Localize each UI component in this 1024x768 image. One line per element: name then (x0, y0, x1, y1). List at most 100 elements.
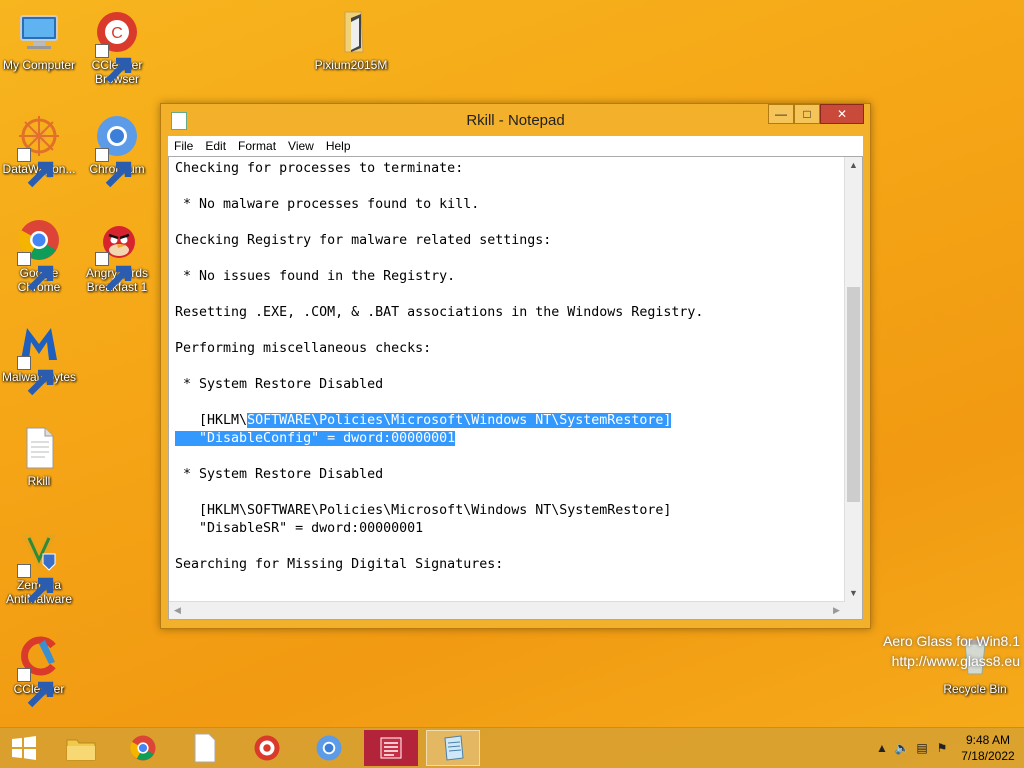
desktop-icon-ccleaner[interactable]: CCleaner (0, 632, 78, 708)
text-line: * System Restore Disabled (175, 466, 842, 484)
scrollbar-corner (845, 602, 862, 619)
text-line: * System Restore Disabled (175, 376, 842, 394)
maximize-button[interactable]: □ (794, 104, 820, 124)
desktop-icon-angry-birds[interactable]: Angry Birds Breakfast 1 (78, 216, 156, 294)
editor-text[interactable]: Checking for processes to terminate: * N… (175, 160, 842, 599)
text-line (175, 484, 842, 502)
taskbar: ▲ 🔈 ▤ ⚑ 9:48 AM 7/18/2022 (0, 727, 1024, 768)
desktop-icon-label: Recycle Bin (943, 682, 1007, 696)
desktop-icon-google-chrome[interactable]: Google Chrome (0, 216, 78, 294)
taskbar-chromium[interactable] (302, 730, 356, 766)
clock-date: 7/18/2022 (961, 749, 1015, 763)
vertical-scrollbar[interactable]: ▲ ▼ (844, 157, 862, 602)
window-controls: — □ ✕ (768, 104, 864, 124)
shortcut-arrow-icon (95, 148, 132, 188)
datawagon-icon (15, 112, 63, 188)
notepad-icon (444, 735, 464, 761)
menu-edit[interactable]: Edit (199, 139, 232, 153)
notepad-window[interactable]: Rkill - Notepad — □ ✕ File Edit Format V… (160, 103, 871, 629)
text-line (175, 214, 842, 232)
aero-glass-watermark: Aero Glass for Win8.1 http://www.glass8.… (883, 631, 1020, 671)
shortcut-arrow-icon (17, 252, 54, 292)
menu-format[interactable]: Format (232, 139, 282, 153)
taskbar-file-explorer[interactable] (54, 730, 108, 766)
taskbar-notepad[interactable] (426, 730, 480, 766)
desktop-icon-datawagon[interactable]: DataWagon... (0, 112, 78, 188)
desktop-icon-ccleaner-browser[interactable]: C CCleaner Browser (78, 8, 156, 86)
desktop-icon-malwarebytes[interactable]: Malwarebytes (0, 320, 78, 396)
text-line: Checking Registry for malware related se… (175, 232, 842, 250)
text-line-content: * No malware processes found to kill. (175, 197, 480, 212)
text-line: Searching for Missing Digital Signatures… (175, 556, 842, 574)
text-line-content: [HKLM\ (175, 413, 248, 428)
scroll-right-arrow[interactable]: ▶ (828, 602, 845, 619)
desktop-icon-label: My Computer (2, 58, 76, 72)
text-line (175, 394, 842, 412)
show-hidden-icons-icon[interactable]: ▲ (872, 741, 892, 755)
text-line-content: Performing miscellaneous checks: (175, 341, 432, 356)
desktop-icon-zemana[interactable]: Zemana AntiMalware (0, 528, 78, 606)
taskbar-chrome[interactable] (116, 730, 170, 766)
text-line-content: Resetting .EXE, .COM, & .BAT association… (175, 305, 704, 320)
minimize-button[interactable]: — (768, 104, 794, 124)
taskbar-rkill[interactable] (364, 730, 418, 766)
watermark-line-2: http://www.glass8.eu (891, 653, 1020, 669)
text-line-content: Searching for Missing Digital Signatures… (175, 557, 504, 572)
folder-icon (327, 8, 375, 56)
desktop-icon-pixium[interactable]: Pixium2015M (312, 8, 390, 72)
desktop-icon-my-computer[interactable]: My Computer (0, 8, 78, 72)
text-line: "DisableConfig" = dword:00000001 (175, 430, 842, 448)
text-line-content: Checking Registry for malware related se… (175, 233, 552, 248)
volume-muted-icon[interactable]: 🔈 (892, 741, 912, 755)
shortcut-arrow-icon (17, 356, 54, 396)
text-line: Performing miscellaneous checks: (175, 340, 842, 358)
windows-logo-icon (12, 736, 36, 760)
shortcut-arrow-icon (17, 564, 54, 604)
start-button[interactable] (0, 730, 48, 766)
ccleaner-icon (15, 632, 63, 708)
watermark-line-1: Aero Glass for Win8.1 (883, 633, 1020, 649)
text-line-content: "DisableSR" = dword:00000001 (175, 521, 424, 536)
horizontal-scrollbar[interactable]: ◀ ▶ (169, 601, 845, 619)
chrome-icon (130, 735, 156, 761)
clock[interactable]: 9:48 AM 7/18/2022 (952, 732, 1024, 764)
text-line: [HKLM\SOFTWARE\Policies\Microsoft\Window… (175, 412, 842, 430)
action-center-icon[interactable]: ⚑ (932, 741, 952, 755)
text-line (175, 178, 842, 196)
zemana-shield-icon (15, 528, 63, 604)
text-line-content: * System Restore Disabled (175, 377, 384, 392)
shortcut-arrow-icon (95, 44, 132, 84)
malwarebytes-icon (15, 320, 63, 396)
text-line: Checking for processes to terminate: (175, 160, 842, 178)
taskbar-document[interactable] (178, 730, 232, 766)
title-bar[interactable]: Rkill - Notepad — □ ✕ (161, 104, 870, 136)
text-line-content: * No issues found in the Registry. (175, 269, 456, 284)
chromium-icon (316, 735, 342, 761)
network-icon[interactable]: ▤ (912, 741, 932, 755)
text-editor[interactable]: Checking for processes to terminate: * N… (168, 156, 863, 620)
vertical-scroll-thumb[interactable] (847, 287, 860, 502)
document-icon (194, 733, 216, 763)
scroll-up-arrow[interactable]: ▲ (845, 157, 862, 174)
scroll-left-arrow[interactable]: ◀ (169, 602, 186, 619)
taskbar-ccleaner-browser[interactable] (240, 730, 294, 766)
ccleaner-browser-icon: C (93, 8, 141, 84)
desktop-icon-rkill[interactable]: Rkill (0, 424, 78, 488)
desktop-icon-label: Pixium2015M (314, 58, 388, 72)
menu-view[interactable]: View (282, 139, 320, 153)
menu-help[interactable]: Help (320, 139, 357, 153)
text-line: [HKLM\SOFTWARE\Policies\Microsoft\Window… (175, 502, 842, 520)
text-line: "DisableSR" = dword:00000001 (175, 520, 842, 538)
close-button[interactable]: ✕ (820, 104, 864, 124)
text-line-content: [HKLM\SOFTWARE\Policies\Microsoft\Window… (175, 503, 672, 518)
text-line: Resetting .EXE, .COM, & .BAT association… (175, 304, 842, 322)
computer-icon (15, 8, 63, 56)
menu-file[interactable]: File (168, 139, 199, 153)
text-line: * No malware processes found to kill. (175, 196, 842, 214)
folder-icon (66, 739, 96, 761)
text-line-content: Checking for processes to terminate: (175, 161, 464, 176)
scroll-down-arrow[interactable]: ▼ (845, 585, 862, 602)
angry-birds-icon (93, 216, 141, 292)
text-line (175, 448, 842, 466)
desktop-icon-chromium[interactable]: Chromium (78, 112, 156, 188)
